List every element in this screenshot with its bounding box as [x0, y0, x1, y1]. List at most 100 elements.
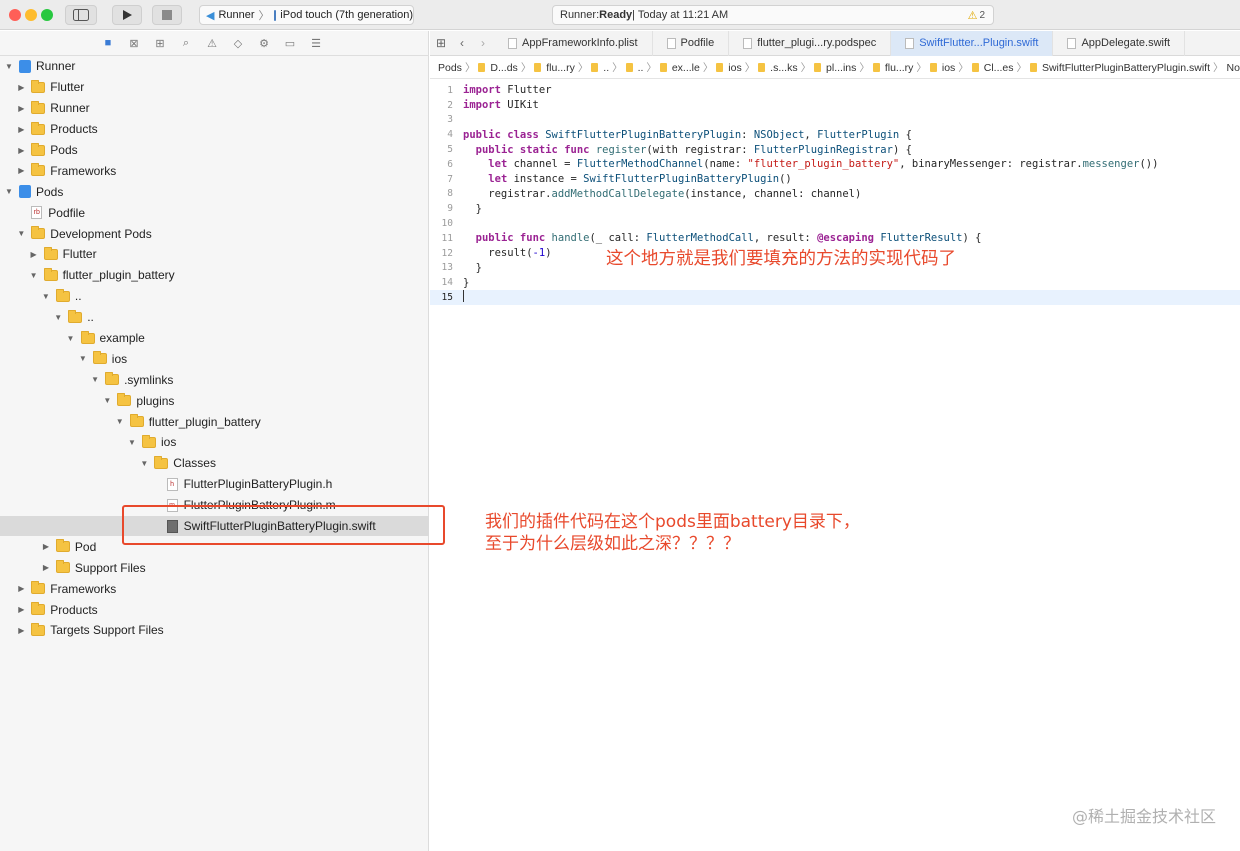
code-line[interactable]: 10	[430, 216, 1240, 231]
disclosure-expanded-icon[interactable]: ▼	[139, 458, 149, 468]
code-line[interactable]: 7 let instance = SwiftFlutterPluginBatte…	[430, 172, 1240, 187]
code-line[interactable]: 1 import Flutter	[430, 83, 1240, 98]
jump-bar-segment[interactable]: SwiftFlutterPluginBatteryPlugin.swift	[1042, 62, 1210, 74]
disclosure-collapsed-icon[interactable]: ▶	[41, 563, 51, 573]
run-button[interactable]	[112, 5, 142, 25]
editor-tab[interactable]: Podfile	[653, 30, 730, 56]
disclosure-expanded-icon[interactable]: ▼	[41, 291, 51, 301]
disclosure-expanded-icon[interactable]: ▼	[127, 437, 137, 447]
disclosure-collapsed-icon[interactable]: ▶	[16, 605, 26, 615]
jump-bar-segment[interactable]: ios	[942, 62, 955, 74]
code-area[interactable]: 1 import Flutter 2 import UIKit 3 4 public cla…	[430, 83, 1240, 305]
grid-icon[interactable]: ⊞	[430, 36, 452, 50]
minimize-window-button[interactable]	[25, 9, 37, 21]
code-line[interactable]: 14}	[430, 275, 1240, 290]
code-line[interactable]: 2 import UIKit	[430, 98, 1240, 113]
disclosure-expanded-icon[interactable]: ▼	[115, 417, 125, 427]
test-icon[interactable]: ◇	[230, 36, 246, 50]
tree-row[interactable]: ▼ example	[0, 328, 429, 349]
code-line[interactable]: 5 public static func register(with regis…	[430, 142, 1240, 157]
disclosure-collapsed-icon[interactable]: ▶	[16, 103, 26, 113]
jump-bar-segment[interactable]: ..	[603, 62, 609, 74]
tree-row[interactable]: ▶ Products	[0, 599, 429, 620]
jump-bar-segment[interactable]: ios	[728, 62, 741, 74]
jump-bar-segment[interactable]: ..	[638, 62, 644, 74]
find-icon[interactable]: ⌕	[178, 36, 194, 50]
editor-tab[interactable]: flutter_plugi...ry.podspec	[729, 30, 892, 56]
debug-icon[interactable]: ⚙	[256, 36, 272, 50]
code-line[interactable]: 6 let channel = FlutterMethodChannel(nam…	[430, 157, 1240, 172]
jump-bar-segment[interactable]: Cl...es	[984, 62, 1014, 74]
tree-row[interactable]: ▼..	[0, 307, 429, 328]
forward-arrow-icon[interactable]: ›	[472, 36, 494, 50]
tree-row[interactable]: ▼ Classes	[0, 453, 429, 474]
tree-row[interactable]: ▼ plugins	[0, 390, 429, 411]
tree-row[interactable]: ▼..	[0, 286, 429, 307]
jump-bar-segment[interactable]: D...ds	[490, 62, 517, 74]
tree-row[interactable]: ▼ Runner	[0, 56, 429, 77]
tree-row[interactable]: ▼ Development Pods	[0, 223, 429, 244]
tree-row[interactable]: h FlutterPluginBatteryPlugin.h	[0, 474, 429, 495]
disclosure-collapsed-icon[interactable]: ▶	[41, 542, 51, 552]
sidebar-toggle-button[interactable]	[65, 5, 97, 25]
tree-row[interactable]: ▶ Support Files	[0, 557, 429, 578]
symbol-icon[interactable]: ⊞	[152, 36, 168, 50]
back-arrow-icon[interactable]: ‹	[452, 36, 472, 50]
tree-row[interactable]: ▶ Runner	[0, 98, 429, 119]
code-line[interactable]: 8 registrar.addMethodCallDelegate(instan…	[430, 187, 1240, 202]
code-line[interactable]: 9 }	[430, 201, 1240, 216]
tree-row[interactable]: ▶ Frameworks	[0, 578, 429, 599]
jump-bar-segment[interactable]: flu...ry	[546, 62, 575, 74]
tree-row[interactable]: ▶ Flutter	[0, 244, 429, 265]
jump-bar-segment[interactable]: pl...ins	[826, 62, 856, 74]
disclosure-expanded-icon[interactable]: ▼	[102, 396, 112, 406]
tree-row[interactable]: ▶ Flutter	[0, 77, 429, 98]
editor-tab[interactable]: SwiftFlutter...Plugin.swift	[891, 30, 1054, 56]
tree-row[interactable]: ▼ Pods	[0, 181, 429, 202]
tree-row[interactable]: ▶ Targets Support Files	[0, 620, 429, 641]
folder-icon[interactable]: ■	[100, 36, 116, 50]
disclosure-collapsed-icon[interactable]: ▶	[16, 124, 26, 134]
issue-icon[interactable]: ⚠	[204, 36, 220, 50]
code-line[interactable]: 3	[430, 113, 1240, 128]
disclosure-collapsed-icon[interactable]: ▶	[16, 82, 26, 92]
jump-bar-segment[interactable]: .s...ks	[770, 62, 797, 74]
jump-bar-segment[interactable]: ex...le	[672, 62, 700, 74]
editor-tab[interactable]: AppDelegate.swift	[1053, 30, 1186, 56]
stop-button[interactable]	[152, 5, 182, 25]
disclosure-expanded-icon[interactable]: ▼	[4, 61, 14, 71]
disclosure-expanded-icon[interactable]: ▼	[29, 270, 39, 280]
disclosure-expanded-icon[interactable]: ▼	[78, 354, 88, 364]
editor-tab[interactable]: AppFrameworkInfo.plist	[494, 30, 653, 56]
disclosure-collapsed-icon[interactable]: ▶	[29, 249, 39, 259]
code-line[interactable]: 4 public class SwiftFlutterPluginBatteryP…	[430, 127, 1240, 142]
maximize-window-button[interactable]	[41, 9, 53, 21]
tree-row[interactable]: ▼ .symlinks	[0, 369, 429, 390]
code-line[interactable]: 15	[430, 290, 1240, 305]
warnings-indicator[interactable]: ⚠ 2	[968, 9, 985, 22]
report-icon[interactable]: ☰	[308, 36, 324, 50]
breakpoint-icon[interactable]: ▭	[282, 36, 298, 50]
tree-row[interactable]: ▶ Frameworks	[0, 160, 429, 181]
tree-row[interactable]: ▼ ios	[0, 348, 429, 369]
disclosure-expanded-icon[interactable]: ▼	[66, 333, 76, 343]
code-line[interactable]: 11 public func handle(_ call: FlutterMet…	[430, 231, 1240, 246]
jump-bar-segment[interactable]: Pods	[438, 62, 462, 74]
disclosure-collapsed-icon[interactable]: ▶	[16, 584, 26, 594]
disclosure-expanded-icon[interactable]: ▼	[53, 312, 63, 322]
close-window-button[interactable]	[9, 9, 21, 21]
tree-row[interactable]: ▼ flutter_plugin_battery	[0, 265, 429, 286]
tree-row[interactable]: ▶ Pods	[0, 140, 429, 161]
disclosure-expanded-icon[interactable]: ▼	[4, 187, 14, 197]
scheme-selector[interactable]: ◀ Runner 〉 iPod touch (7th generation)	[199, 5, 414, 25]
disclosure-expanded-icon[interactable]: ▼	[16, 229, 26, 239]
tree-row[interactable]: ▼ flutter_plugin_battery	[0, 411, 429, 432]
disclosure-expanded-icon[interactable]: ▼	[90, 375, 100, 385]
tree-row[interactable]: ▶ Products	[0, 119, 429, 140]
disclosure-collapsed-icon[interactable]: ▶	[16, 145, 26, 155]
jump-bar-segment[interactable]: No	[1227, 62, 1240, 74]
disclosure-collapsed-icon[interactable]: ▶	[16, 625, 26, 635]
source-control-icon[interactable]: ⊠	[126, 36, 142, 50]
disclosure-collapsed-icon[interactable]: ▶	[16, 166, 26, 176]
tree-row[interactable]: ▼ ios	[0, 432, 429, 453]
